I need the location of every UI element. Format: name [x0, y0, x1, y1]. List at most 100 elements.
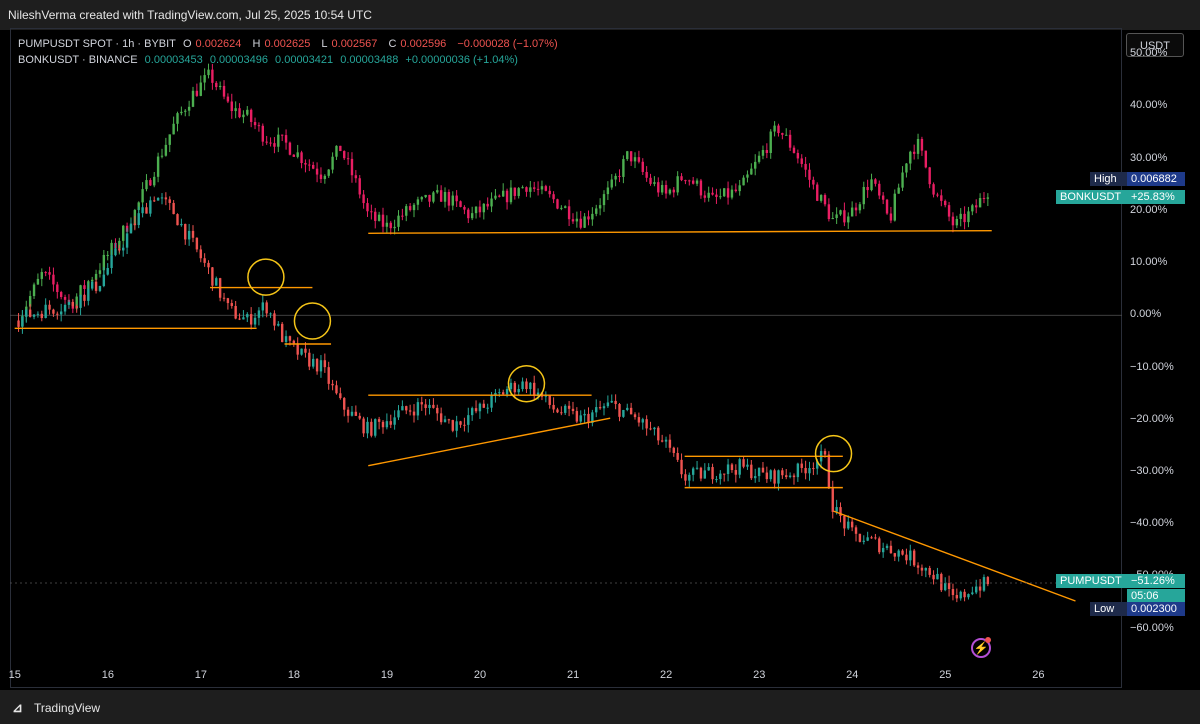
pumpusdt-candle [315, 358, 319, 372]
pumpusdt-candle [482, 403, 486, 408]
bonkusdt-candle [878, 183, 881, 196]
bonkusdt-candle [463, 206, 466, 210]
pumpusdt-candle [552, 404, 555, 410]
bonkusdt-candle [575, 218, 579, 222]
bonkusdt-candle [854, 207, 858, 211]
pumpusdt-candle [699, 467, 703, 479]
bonkusdt-candle [889, 213, 893, 221]
pumpusdt-candle [773, 470, 776, 484]
pumpusdt-candle [242, 317, 245, 320]
pumpusdt-candle [451, 420, 454, 431]
bonkusdt-candle [56, 284, 59, 293]
pumpusdt-candle [137, 213, 140, 226]
bonkusdt-candle [571, 219, 575, 222]
tradingview-brand[interactable]: TradingView [34, 701, 100, 715]
x-tick-label: 26 [1032, 669, 1045, 681]
y-tick-label: 0.00% [1130, 308, 1162, 321]
pumpusdt-candle [738, 459, 741, 475]
pumpusdt-candle [556, 409, 559, 413]
pumpusdt-candle [308, 352, 311, 367]
bonkusdt-candle [354, 175, 358, 179]
bonkusdt-candle [598, 205, 602, 209]
pumpusdt-candle [343, 398, 346, 410]
pumpusdt-candle [726, 464, 730, 475]
bonkusdt-candle [184, 110, 187, 112]
pumpusdt-candle [129, 223, 133, 234]
x-tick-label: 24 [846, 669, 859, 681]
pumpusdt-candle [75, 306, 78, 308]
x-tick-label: 25 [939, 669, 952, 681]
pump-symbol[interactable]: PUMPUSDT SPOT · 1h · BYBIT [18, 38, 176, 50]
tradingview-logo-icon[interactable]: ⊿ [12, 700, 23, 716]
highlight-circle[interactable] [247, 258, 285, 296]
pumpusdt-candle [525, 381, 528, 390]
bonkusdt-candle [44, 272, 47, 274]
pumpusdt-candle [567, 405, 571, 409]
pumpusdt-candle [211, 267, 214, 286]
bonkusdt-candle [59, 292, 63, 298]
highlight-circle[interactable] [293, 302, 332, 340]
pumpusdt-candle [110, 255, 113, 269]
bonkusdt-candle [614, 175, 617, 180]
bonkusdt-candle [975, 205, 978, 208]
pumpusdt-candle [509, 382, 513, 390]
trendline[interactable] [368, 229, 992, 234]
pump-tag-label: PUMPUSDT [1056, 574, 1128, 588]
bonk-symbol[interactable]: BONKUSDT · BINANCE [18, 54, 138, 66]
bonkusdt-candle [715, 194, 718, 197]
bonkusdt-candle [215, 82, 218, 88]
bonkusdt-candle [191, 90, 195, 107]
pumpusdt-candle [575, 411, 579, 422]
pumpusdt-candle [614, 400, 617, 405]
bonkusdt-candle [916, 138, 920, 154]
pumpusdt-candle [746, 464, 749, 467]
bonkusdt-candle [106, 254, 109, 256]
pumpusdt-candle [583, 413, 586, 416]
bonkusdt-candle [478, 206, 482, 213]
pumpusdt-candle [498, 392, 501, 394]
bonkusdt-candle [269, 142, 272, 144]
trendline[interactable] [833, 510, 1076, 602]
pumpusdt-candle [122, 247, 125, 251]
bonkusdt-candle [645, 171, 648, 178]
pumpusdt-candle [901, 550, 904, 555]
pumpusdt-candle [393, 417, 396, 425]
bonkusdt-candle [626, 151, 629, 160]
low-tag-label: Low [1090, 602, 1128, 616]
bonkusdt-candle [122, 225, 125, 241]
bonkusdt-candle [424, 194, 427, 198]
bonkusdt-candle [777, 125, 780, 134]
pumpusdt-candle [292, 340, 296, 344]
bonkusdt-candle [249, 109, 253, 122]
pumpusdt-candle [432, 404, 435, 408]
bonkusdt-candle [385, 222, 389, 227]
bonkusdt-candle [377, 214, 381, 221]
bonkusdt-candle [257, 125, 261, 127]
pumpusdt-candle [688, 474, 691, 481]
bonkusdt-candle [494, 195, 497, 199]
y-tick-label: 10.00% [1130, 256, 1168, 269]
bonkusdt-candle [207, 69, 210, 76]
bonkusdt-candle [653, 182, 656, 184]
bonk-change: +0.00000036 (+1.04%) [405, 54, 518, 66]
bonkusdt-candle [688, 180, 691, 182]
pumpusdt-candle [304, 348, 307, 353]
bonkusdt-candle [470, 213, 474, 219]
pumpusdt-candle [975, 586, 978, 593]
pumpusdt-candle [408, 410, 412, 412]
trendline[interactable] [368, 417, 611, 467]
pumpusdt-candle [238, 318, 241, 320]
pumpusdt-candle [141, 207, 144, 214]
pumpusdt-candle [424, 404, 427, 409]
high-tag-value: 0.006882 [1127, 172, 1185, 186]
pumpusdt-candle [358, 415, 361, 419]
bonkusdt-candle [971, 205, 974, 212]
pumpusdt-candle [722, 473, 726, 475]
price-chart[interactable] [0, 0, 1200, 724]
bonkusdt-candle [823, 195, 827, 205]
bonkusdt-candle [579, 218, 582, 228]
pumpusdt-candle [676, 452, 679, 460]
y-tick-label: 50.00% [1130, 47, 1168, 60]
pumpusdt-candle [649, 428, 652, 430]
bonkusdt-candle [835, 214, 838, 218]
